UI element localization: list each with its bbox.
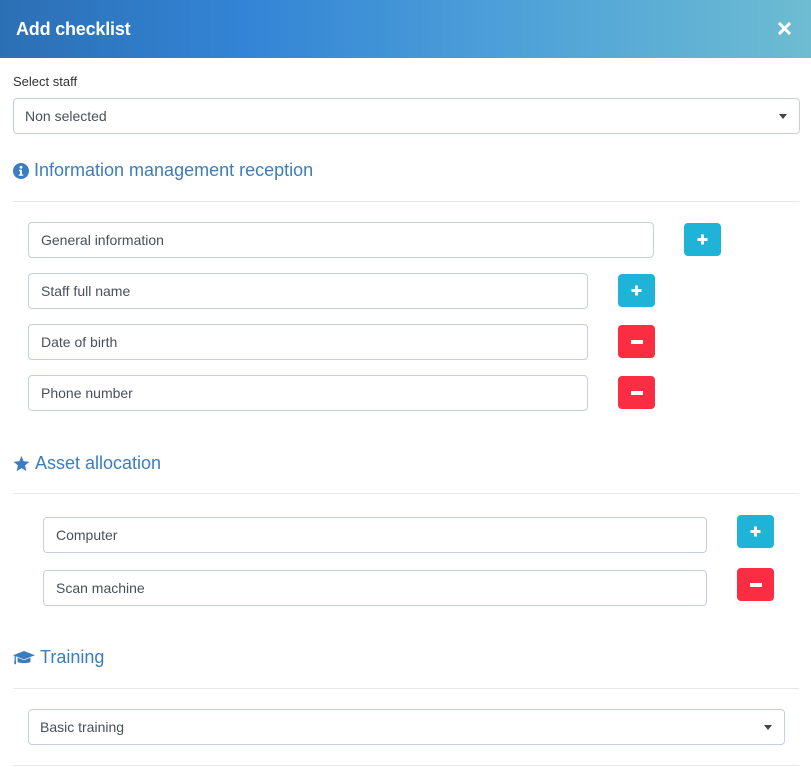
chevron-down-icon	[779, 114, 787, 119]
modal-title: Add checklist	[16, 18, 131, 39]
checklist-item-input[interactable]: Computer	[43, 517, 707, 553]
checklist-item-input[interactable]: Date of birth	[28, 324, 588, 360]
add-item-button[interactable]	[684, 223, 721, 256]
plus-icon	[697, 234, 708, 245]
remove-item-button[interactable]	[618, 325, 655, 358]
add-item-button[interactable]	[737, 515, 774, 548]
checklist-item-value: Date of birth	[41, 334, 118, 350]
select-staff-value: Non selected	[25, 108, 107, 124]
checklist-item-value: Phone number	[41, 385, 133, 401]
section-title-label: Asset allocation	[35, 453, 162, 473]
training-dropdown-value: Basic training	[40, 719, 125, 735]
checklist-item-value: Computer	[56, 527, 118, 543]
add-item-button[interactable]	[618, 274, 655, 307]
close-button[interactable]	[777, 19, 792, 39]
checklist-item-value: Staff full name	[41, 283, 131, 299]
section-divider	[13, 688, 799, 689]
plus-icon	[631, 285, 642, 296]
checklist-item-input[interactable]: Staff full name	[28, 273, 588, 309]
section-divider	[13, 201, 799, 202]
chevron-down-icon	[764, 725, 772, 730]
select-staff-dropdown[interactable]: Non selected	[13, 98, 800, 134]
select-staff-label: Select staff	[13, 74, 78, 89]
remove-item-button[interactable]	[737, 568, 774, 601]
checklist-item-value: General information	[41, 232, 164, 248]
graduation-cap-icon	[13, 650, 35, 664]
plus-icon	[750, 526, 761, 537]
checklist-item-input[interactable]: Scan machine	[43, 570, 707, 606]
minus-icon	[630, 339, 643, 344]
star-icon	[13, 455, 30, 471]
section-title-label: Information management reception	[34, 160, 314, 180]
training-dropdown[interactable]: Basic training	[28, 709, 785, 745]
remove-item-button[interactable]	[618, 376, 655, 409]
section-title-label: Training	[40, 647, 105, 667]
checklist-item-value: Scan machine	[56, 580, 145, 596]
section-title-training: Training	[13, 647, 104, 668]
checklist-item-input[interactable]: Phone number	[28, 375, 588, 411]
section-divider	[13, 493, 799, 494]
section-title-asset-allocation: Asset allocation	[13, 453, 161, 474]
info-circle-icon	[13, 162, 29, 179]
modal-header: Add checklist	[0, 0, 811, 58]
minus-icon	[630, 390, 643, 395]
minus-icon	[749, 582, 762, 587]
checklist-item-input[interactable]: General information	[28, 222, 654, 258]
section-title-information: Information management reception	[13, 160, 313, 181]
section-divider	[13, 765, 799, 766]
close-icon	[777, 21, 792, 36]
